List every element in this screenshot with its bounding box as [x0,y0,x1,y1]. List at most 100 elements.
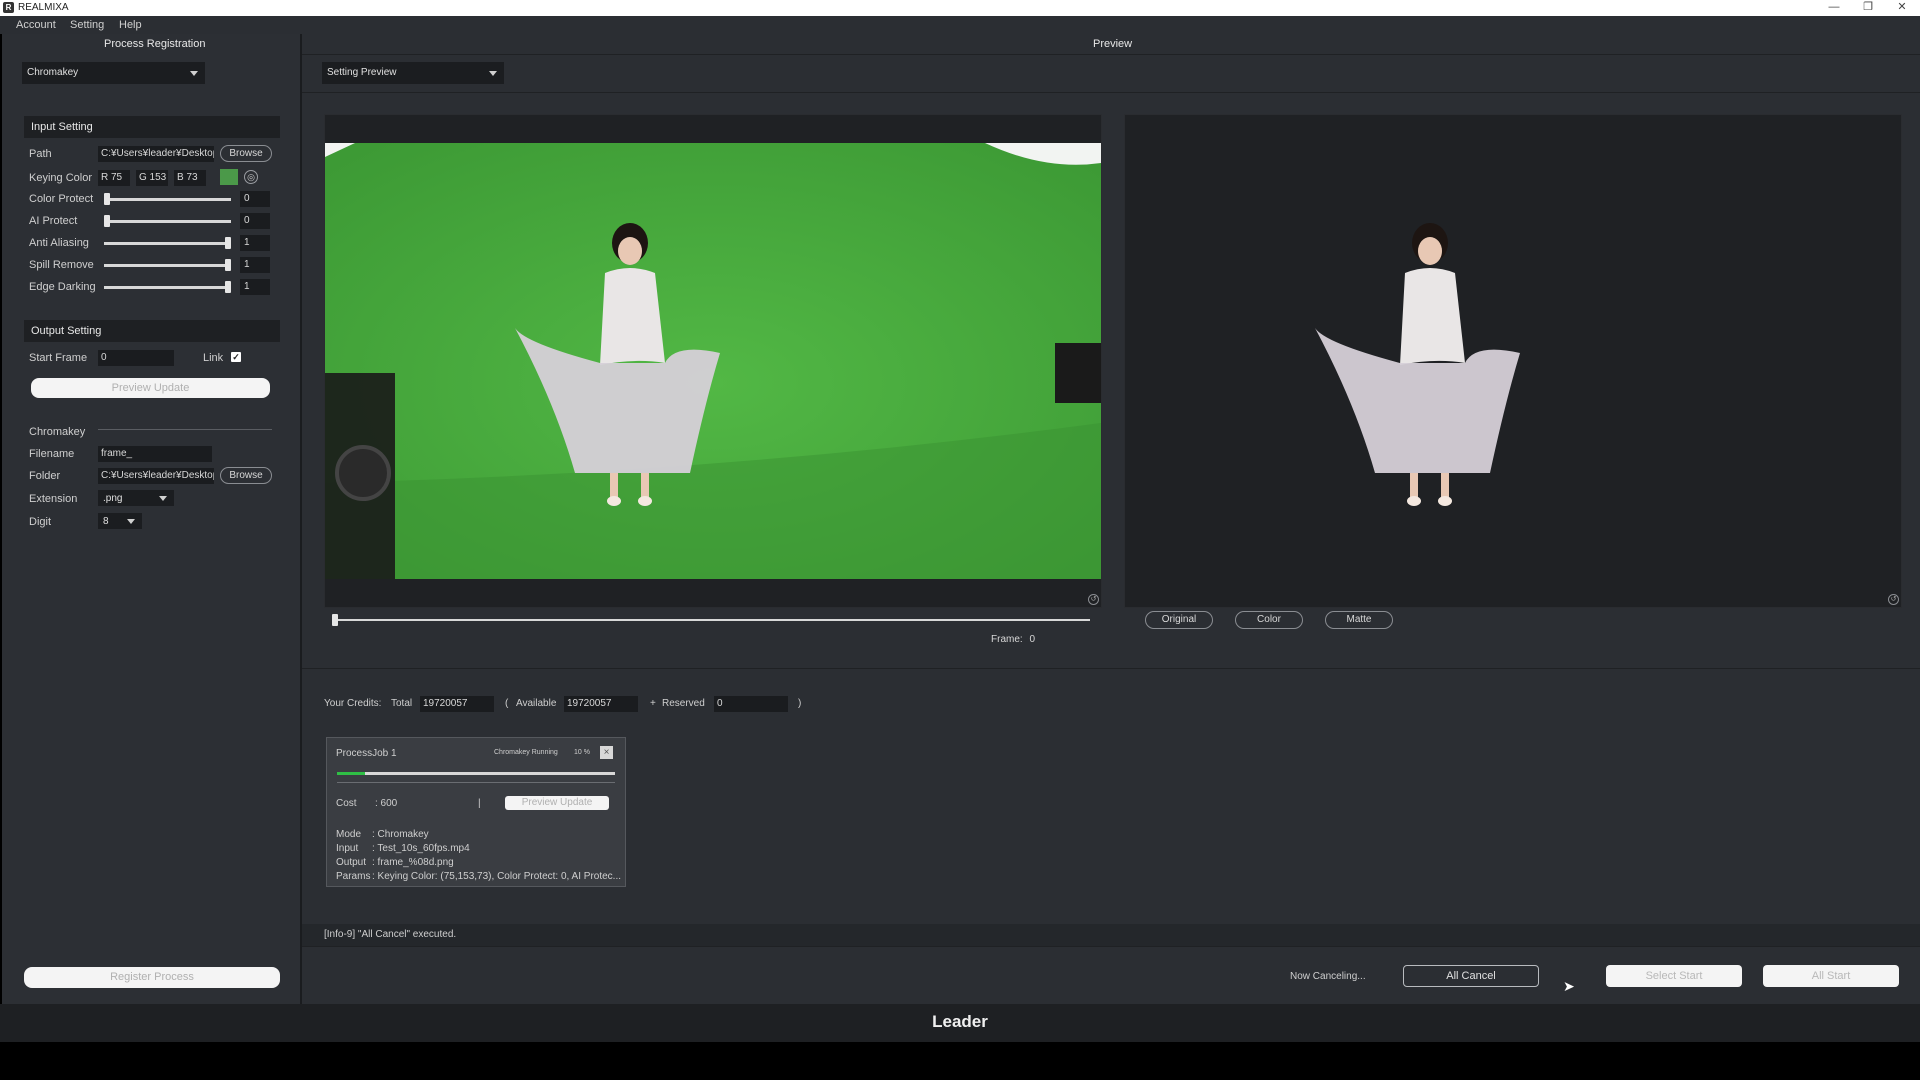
job-name: ProcessJob 1 [336,748,397,759]
ai-protect-label: AI Protect [29,215,78,227]
mode-value: : Chromakey [372,829,429,840]
chevron-down-icon [159,496,167,501]
start-frame-label: Start Frame [29,352,88,364]
chevron-down-icon [190,71,198,76]
color-protect-label: Color Protect [29,193,94,205]
preview-mode-dropdown[interactable]: Setting Preview [322,62,504,84]
view-original-button[interactable]: Original [1145,611,1213,629]
color-protect-value[interactable]: 0 [240,191,270,207]
digit-label: Digit [29,516,52,528]
keying-color-label: Keying Color [29,172,92,184]
input-path-field[interactable]: C:¥Users¥leader¥Desktop [98,146,214,162]
job-progress-track [337,772,615,775]
credits-total-value: 19720057 [420,696,494,712]
original-preview-frame [324,114,1102,608]
view-color-button[interactable]: Color [1235,611,1303,629]
color-protect-slider-thumb[interactable] [104,193,110,205]
start-frame-input[interactable]: 0 [98,350,174,366]
ai-protect-slider-track[interactable] [104,220,231,223]
link-checkbox[interactable]: ✓ [231,352,241,362]
now-canceling-text: Now Canceling... [1290,971,1366,982]
title-bar: R REALMIXA — ❐ ✕ [0,0,1920,16]
reset-zoom-icon[interactable]: ↺ [1088,594,1099,605]
select-start-button[interactable]: Select Start [1606,965,1742,987]
params-label: Params [336,871,371,882]
ai-protect-value[interactable]: 0 [240,213,270,229]
menu-help[interactable]: Help [119,19,142,31]
reset-zoom-icon[interactable]: ↺ [1888,594,1899,605]
output-browse-button[interactable]: Browse [220,467,272,484]
input-value: : Test_10s_60fps.mp4 [372,843,470,854]
keying-color-g[interactable]: G 153 [136,170,168,186]
input-browse-button[interactable]: Browse [220,145,272,162]
job-progress-fill [337,772,365,775]
edge-darking-label: Edge Darking [29,281,96,293]
keying-color-b[interactable]: B 73 [174,170,206,186]
filename-label: Filename [29,448,75,460]
anti-aliasing-slider-thumb[interactable] [225,237,231,249]
credits-reserved-value: 0 [714,696,788,712]
process-type-dropdown[interactable]: Chromakey [22,62,205,84]
divider [302,92,1920,93]
credits-total-label: Total [391,698,413,709]
green-screen-image [325,143,1101,579]
divider [337,782,615,783]
preview-title: Preview [1093,38,1133,50]
divider [98,429,272,430]
frame-slider-thumb[interactable] [332,614,338,626]
edge-darking-value[interactable]: 1 [240,279,270,295]
output-setting-header: Output Setting [24,320,280,342]
extension-label: Extension [29,493,78,505]
spill-remove-slider-track[interactable] [104,264,231,267]
status-message: [Info-9] "All Cancel" executed. [324,929,457,940]
restore-icon[interactable]: ❐ [1851,0,1885,16]
divider [302,54,1920,55]
status-bar: [Info-9] "All Cancel" executed. [302,924,1920,946]
app-logo-icon: R [3,2,14,13]
edge-darking-slider-thumb[interactable] [225,281,231,293]
job-preview-update-button[interactable]: Preview Update [505,796,609,810]
spill-remove-value[interactable]: 1 [240,257,270,273]
credits-reserved-label: Reserved [662,698,705,709]
paren-open: ( [505,698,509,709]
chromakey-output-label: Chromakey [29,426,86,438]
output-folder-field[interactable]: C:¥Users¥leader¥Desktop [98,468,214,484]
menu-setting[interactable]: Setting [70,19,104,31]
ai-protect-slider-thumb[interactable] [104,215,110,227]
chevron-down-icon [489,71,497,76]
job-percent: 10 % [574,749,590,756]
close-icon[interactable]: ✕ [1885,0,1919,16]
minimize-icon[interactable]: — [1817,0,1851,16]
output-label: Output [336,857,367,868]
menu-account[interactable]: Account [16,19,56,31]
job-close-button[interactable]: × [600,746,613,759]
process-registration-panel: Process Registration Chromakey Input Set… [2,34,300,1004]
keying-color-swatch[interactable] [220,169,238,185]
digit-dropdown[interactable]: 8 [98,513,142,529]
output-value: : frame_%08d.png [372,857,454,868]
register-process-button[interactable]: Register Process [24,967,280,988]
anti-aliasing-slider-track[interactable] [104,242,231,245]
process-job-card[interactable]: ProcessJob 1 Chromakey Running 10 % × Co… [326,737,626,887]
extension-dropdown[interactable]: .png [98,490,174,506]
job-status: Chromakey Running [494,749,558,756]
digit-value: 8 [103,516,109,527]
all-start-button[interactable]: All Start [1763,965,1899,987]
keying-color-r[interactable]: R 75 [98,170,130,186]
spill-remove-slider-thumb[interactable] [225,259,231,271]
frame-slider-track[interactable] [332,619,1090,621]
all-cancel-button[interactable]: All Cancel [1403,965,1539,987]
edge-darking-slider-track[interactable] [104,286,231,289]
eyedropper-icon[interactable]: ◎ [244,170,258,184]
preview-update-button[interactable]: Preview Update [31,378,270,398]
input-label: Input [336,843,359,854]
anti-aliasing-value[interactable]: 1 [240,235,270,251]
filename-input[interactable]: frame_ [98,446,212,462]
cost-value: : 600 [375,798,398,809]
frame-value: 0 [1029,634,1036,645]
divider [302,946,1920,947]
cursor-icon: ➤ [1563,978,1575,994]
color-protect-slider-track[interactable] [104,198,231,201]
view-matte-button[interactable]: Matte [1325,611,1393,629]
credits-label: Your Credits: [324,698,382,709]
